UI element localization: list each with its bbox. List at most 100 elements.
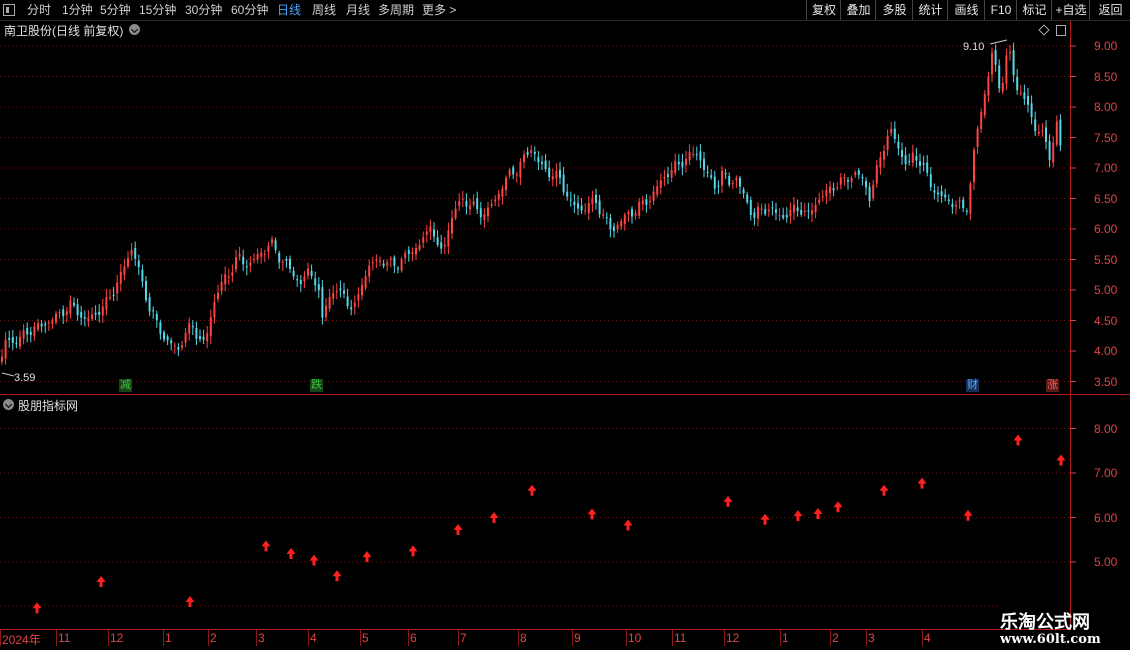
candle-body — [569, 199, 572, 201]
event-badge[interactable]: 财 — [966, 379, 979, 392]
candle-body — [962, 199, 965, 209]
candle-body — [598, 200, 601, 215]
candle-body — [325, 305, 327, 317]
candle-body — [375, 259, 378, 261]
candle-body — [278, 252, 281, 263]
signal-arrow-up-icon — [917, 477, 927, 489]
high-price-label: 9.10 — [963, 41, 984, 53]
candle-body — [422, 237, 425, 243]
candle-body — [382, 263, 385, 266]
candle-body — [987, 76, 990, 96]
signal-arrow-up-icon — [1013, 434, 1023, 446]
candle-body — [562, 174, 565, 193]
candle-body — [199, 336, 201, 339]
indicator-menu-chevron-icon[interactable] — [3, 399, 14, 410]
date-tick — [0, 630, 1, 646]
candle-body — [1055, 121, 1058, 145]
signal-arrow-up-icon — [813, 507, 823, 519]
candle-body — [263, 254, 266, 256]
candle-body — [202, 336, 205, 340]
event-badge[interactable]: 涨 — [1046, 379, 1059, 392]
date-label: 3 — [258, 631, 265, 645]
candle-body — [231, 272, 234, 276]
candle-body — [674, 161, 677, 173]
candle-body — [461, 198, 464, 200]
candle-body — [868, 186, 871, 202]
candle-body — [958, 200, 961, 202]
candle-body — [170, 340, 173, 344]
candle-body — [80, 312, 83, 318]
low-price-label: 3.59 — [14, 372, 35, 384]
date-tick — [408, 630, 409, 646]
candle-body — [357, 294, 360, 301]
candle-body — [890, 128, 893, 133]
candle-body — [789, 209, 792, 217]
date-tick — [208, 630, 209, 646]
candle-body — [425, 231, 428, 235]
candle-body — [512, 167, 515, 175]
event-badge[interactable]: 减 — [119, 379, 132, 392]
candle-body — [494, 199, 497, 202]
date-axis: 2024年 11 12 1 2 3 4 5 6 7 8 9 10 11 12 1 2 3 4 — [0, 630, 1070, 647]
candle-body — [393, 257, 396, 266]
signal-arrow-up-icon — [723, 495, 733, 507]
candle-body — [451, 218, 453, 234]
candle-body — [483, 214, 486, 220]
candle-body — [649, 200, 651, 202]
candle-body — [634, 213, 637, 216]
date-label: 2 — [832, 631, 839, 645]
candle-body — [332, 293, 335, 299]
candle-body — [757, 206, 759, 219]
candle-body — [717, 185, 720, 187]
candle-body — [404, 253, 407, 259]
candle-body — [749, 200, 752, 216]
candle-body — [76, 304, 79, 316]
candle-body — [973, 149, 975, 182]
price-axis-label: 6.50 — [1094, 191, 1118, 206]
candle-body — [785, 214, 788, 218]
candle-body — [206, 333, 209, 342]
candle-body — [433, 229, 435, 237]
date-label: 4 — [310, 631, 317, 645]
candle-body — [616, 224, 619, 230]
candle-body — [901, 150, 903, 157]
candle-body — [555, 170, 558, 179]
date-tick — [56, 630, 57, 646]
candle-body — [904, 154, 907, 165]
stock-menu-chevron-icon[interactable] — [129, 24, 140, 35]
candle-body — [166, 336, 169, 341]
indicator-axis-label: 7.00 — [1094, 466, 1118, 480]
panel-settings-icon[interactable] — [1056, 25, 1066, 36]
candle-body — [98, 311, 101, 315]
candle-body — [566, 191, 569, 197]
candle-body — [253, 259, 255, 261]
candle-body — [656, 186, 659, 195]
candle-body — [137, 260, 140, 268]
candle-body — [1012, 50, 1015, 76]
candle-body — [793, 204, 795, 213]
candle-body — [101, 306, 104, 316]
signal-arrow-up-icon — [286, 547, 296, 559]
candle-body — [944, 194, 947, 198]
event-badge[interactable]: 跌 — [310, 379, 323, 392]
candle-body — [87, 317, 90, 322]
candle-body — [551, 176, 554, 180]
candle-body — [739, 177, 741, 187]
candle-body — [782, 215, 785, 218]
candle-body — [922, 163, 925, 165]
candle-body — [443, 244, 446, 247]
candle-body — [814, 204, 817, 213]
candle-body — [213, 301, 216, 318]
candle-body — [652, 191, 655, 201]
candle-body — [778, 215, 781, 217]
candle-body — [1016, 76, 1019, 91]
candle-body — [65, 311, 68, 316]
candle-body — [897, 141, 900, 149]
candle-body — [836, 187, 839, 189]
candle-body — [37, 322, 39, 330]
candle-body — [735, 177, 738, 181]
date-tick — [572, 630, 573, 646]
date-label: 7 — [460, 631, 467, 645]
date-tick — [830, 630, 831, 646]
candle-body — [861, 176, 864, 179]
